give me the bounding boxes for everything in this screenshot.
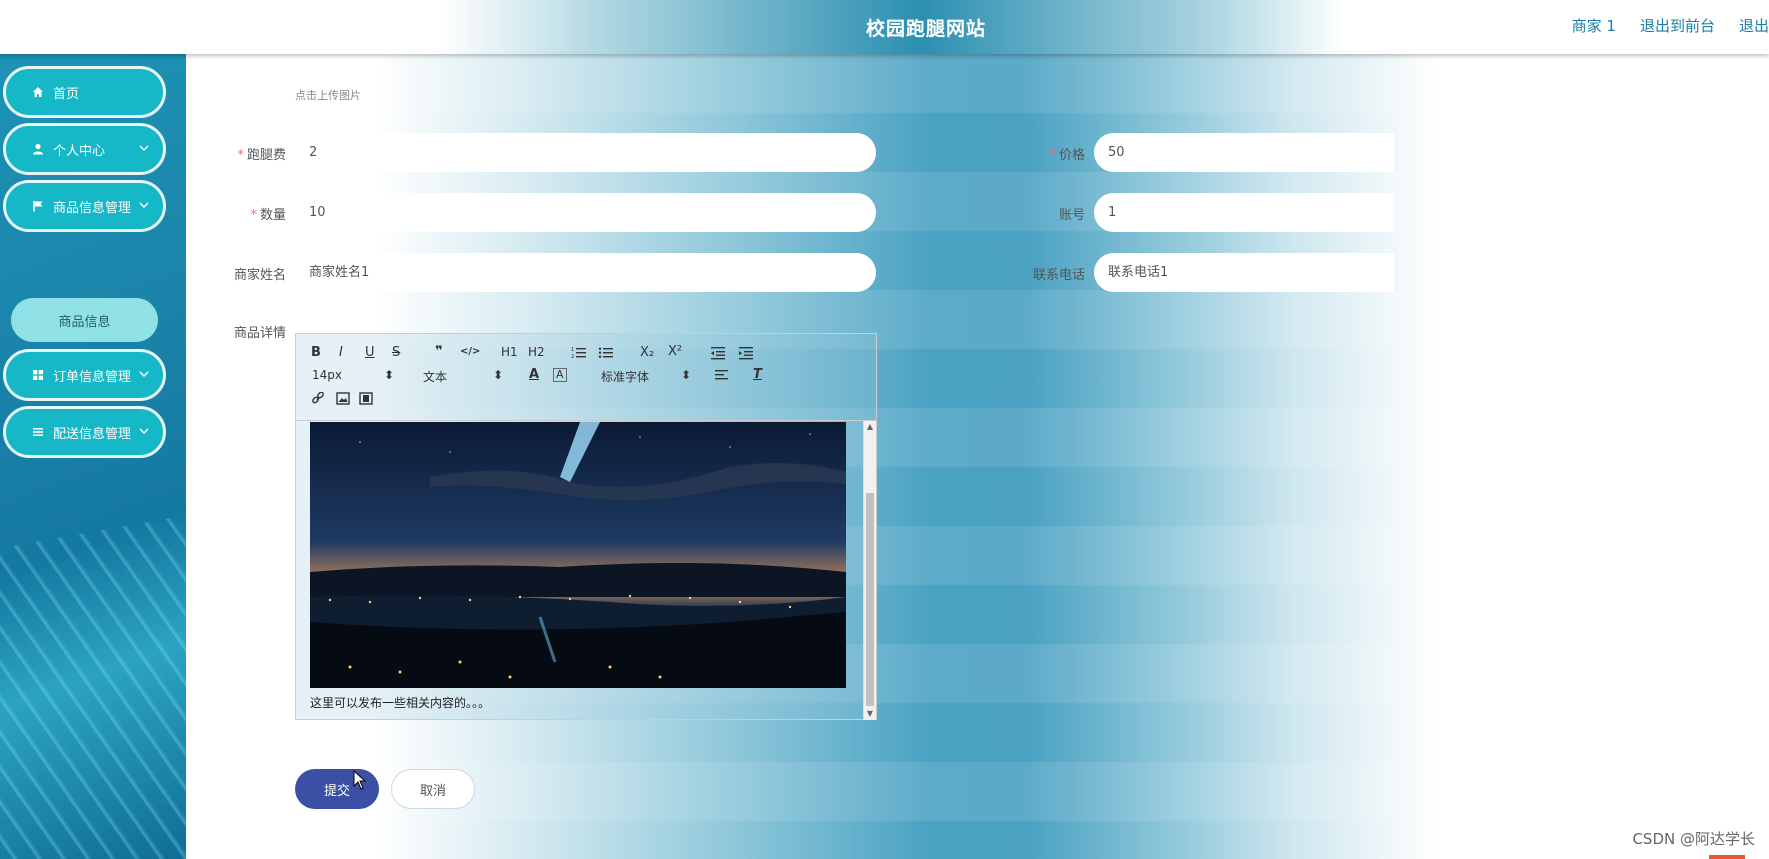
select-arrows-icon: ⬍ <box>383 368 394 382</box>
sidebar-item-label: 商品信息管理 <box>53 200 132 216</box>
bold-button[interactable]: B <box>311 345 321 360</box>
video-icon[interactable] <box>359 392 373 409</box>
sidebar-item-delivery-management[interactable]: 配送信息管理 <box>3 406 166 458</box>
chevron-down-icon <box>139 368 149 381</box>
font-family-value: 标准字体 <box>601 370 650 384</box>
editor-content-text: 这里可以发布一些相关内容的。。。 <box>310 696 491 710</box>
user-icon <box>31 142 45 156</box>
subscript-button[interactable]: X₂ <box>640 345 654 360</box>
chevron-down-icon <box>139 425 149 438</box>
svg-text:2: 2 <box>571 354 574 360</box>
contact-phone-input[interactable]: 联系电话1 <box>1094 253 1394 292</box>
font-size-value: 14px <box>312 368 342 382</box>
italic-button[interactable]: I <box>339 345 343 360</box>
underline-button[interactable]: U <box>365 345 375 360</box>
errand-fee-label: * 跑腿费 <box>237 148 286 163</box>
night-sky-photo <box>310 422 846 688</box>
price-label: * 价格 <box>1049 148 1085 163</box>
sidebar: 首页 个人中心 商品信息管理 商品信息 订单信息管理 配送信息管理 <box>0 54 186 859</box>
product-details-label: 商品详情 <box>233 326 286 341</box>
scroll-up-icon[interactable]: ▲ <box>864 421 876 433</box>
editor-content[interactable]: 这里可以发布一些相关内容的。。。 <box>296 421 864 720</box>
sidebar-item-home[interactable]: 首页 <box>3 66 166 118</box>
contact-phone-label: 联系电话 <box>1032 268 1085 283</box>
header-format-select[interactable]: 文本 ⬍ <box>423 368 503 385</box>
mouse-cursor-icon <box>353 770 367 790</box>
align-left-icon[interactable] <box>714 369 729 386</box>
merchant-name-label: 商家姓名 <box>233 268 286 283</box>
corner-decoration <box>1709 855 1745 859</box>
outdent-icon[interactable] <box>710 346 726 364</box>
image-icon[interactable] <box>336 392 350 409</box>
bullet-list-icon[interactable] <box>598 346 614 364</box>
cancel-button[interactable]: 取消 <box>391 769 475 809</box>
chevron-down-icon <box>139 199 149 212</box>
scroll-thumb[interactable] <box>866 493 874 706</box>
quantity-input[interactable]: 10 <box>295 193 876 232</box>
heading2-button[interactable]: H2 <box>528 345 545 359</box>
sidebar-item-label: 首页 <box>53 86 80 102</box>
chevron-down-icon <box>139 142 149 155</box>
price-input[interactable]: 50 <box>1094 133 1394 172</box>
superscript-button[interactable]: X² <box>668 344 682 359</box>
font-family-select[interactable]: 标准字体 ⬍ <box>601 368 691 385</box>
background-color-icon[interactable]: A <box>553 368 567 382</box>
list-icon <box>31 425 45 439</box>
rich-text-editor: B I U S ❞ </> H1 H2 12 X₂ X² 14px ⬍ 文本 ⬍… <box>295 333 877 720</box>
sidebar-item-order-management[interactable]: 订单信息管理 <box>3 349 166 401</box>
flag-icon <box>31 199 45 213</box>
ordered-list-icon[interactable]: 12 <box>571 346 587 364</box>
sidebar-item-personal-center[interactable]: 个人中心 <box>3 123 166 175</box>
account-input[interactable]: 1 <box>1094 193 1394 232</box>
select-arrows-icon: ⬍ <box>492 368 503 382</box>
sidebar-item-label: 个人中心 <box>53 143 106 159</box>
grid-icon <box>31 368 45 382</box>
errand-fee-input[interactable]: 2 <box>295 133 876 172</box>
blockquote-button[interactable]: ❞ <box>435 344 443 359</box>
exit-to-frontend-link[interactable]: 退出到前台 <box>1640 15 1715 36</box>
sidebar-item-product-management[interactable]: 商品信息管理 <box>3 180 166 232</box>
quantity-label: * 数量 <box>250 208 286 223</box>
link-icon[interactable] <box>311 391 325 410</box>
font-color-icon[interactable]: A <box>529 367 539 382</box>
scroll-down-icon[interactable]: ▼ <box>864 708 876 720</box>
font-size-select[interactable]: 14px ⬍ <box>312 368 394 382</box>
select-arrows-icon: ⬍ <box>680 368 691 382</box>
editor-toolbar: B I U S ❞ </> H1 H2 12 X₂ X² 14px ⬍ 文本 ⬍… <box>296 334 876 421</box>
sidebar-item-label: 配送信息管理 <box>53 426 132 442</box>
header-links: 商家 1 退出到前台 退出 <box>1572 15 1769 36</box>
logout-link[interactable]: 退出 <box>1739 15 1769 36</box>
home-icon <box>31 85 45 99</box>
strikethrough-button[interactable]: S <box>392 345 400 360</box>
top-header: 校园跑腿网站 商家 1 退出到前台 退出 <box>0 0 1769 54</box>
clear-format-icon[interactable]: T <box>753 367 762 382</box>
site-title: 校园跑腿网站 <box>865 18 986 40</box>
editor-scrollbar[interactable]: ▲ ▼ <box>863 421 876 720</box>
code-block-button[interactable]: </> <box>460 346 480 357</box>
main-content: 点击上传图片 * 跑腿费 2 * 价格 50 * 数量 10 账号 1 商家姓名 商家… <box>186 54 1769 859</box>
merchant-name-input[interactable]: 商家姓名1 <box>295 253 876 292</box>
watermark: CSDN @阿达学长 <box>1632 830 1755 848</box>
sidebar-subitem-product-info[interactable]: 商品信息 <box>11 298 158 342</box>
merchant-account-link[interactable]: 商家 1 <box>1572 15 1616 36</box>
sidebar-item-label: 订单信息管理 <box>53 369 132 385</box>
upload-image-hint[interactable]: 点击上传图片 <box>295 87 361 103</box>
heading1-button[interactable]: H1 <box>501 345 518 359</box>
header-format-value: 文本 <box>423 370 448 384</box>
svg-text:1: 1 <box>571 347 574 353</box>
account-label: 账号 <box>1058 208 1085 223</box>
indent-icon[interactable] <box>738 346 754 364</box>
